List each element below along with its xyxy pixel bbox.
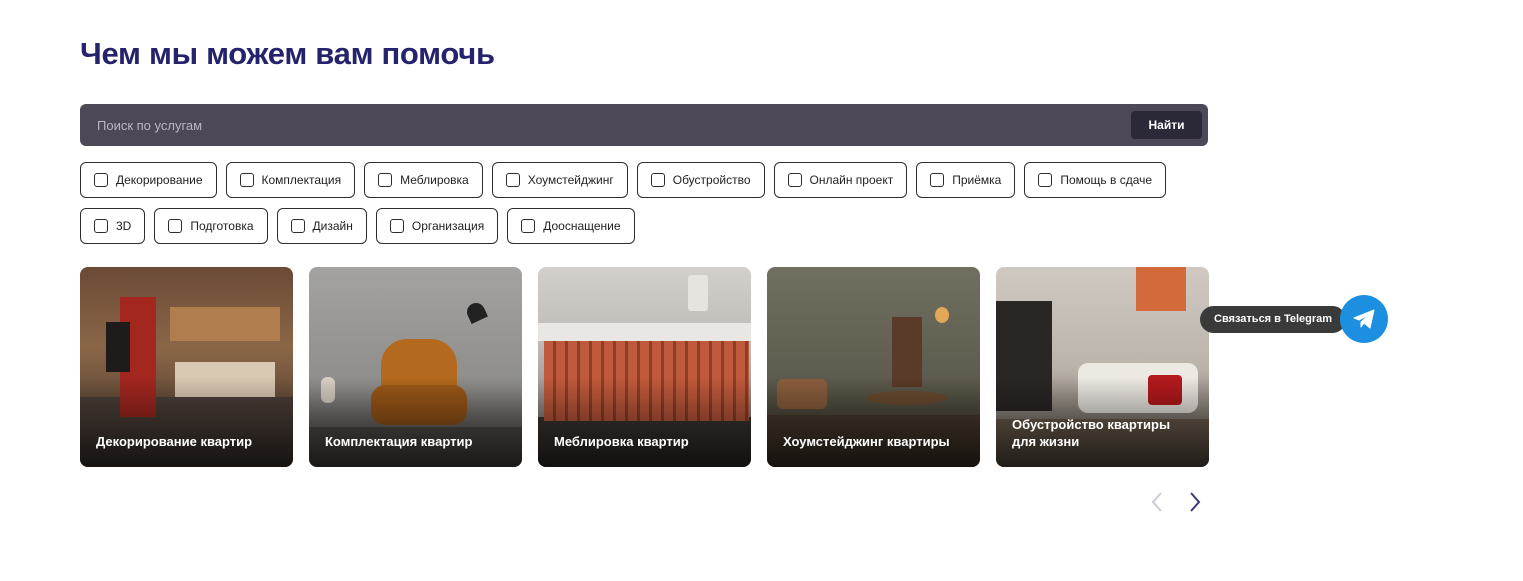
filter-tag-design[interactable]: Дизайн <box>276 208 367 244</box>
chevron-left-icon <box>1151 492 1162 512</box>
search-bar: Найти <box>80 104 1208 146</box>
filter-label: Хоумстейджинг <box>527 173 614 187</box>
filter-label: Обустройство <box>672 173 751 187</box>
filter-tag-online-project[interactable]: Онлайн проект <box>773 162 908 198</box>
filter-tag-3d[interactable]: 3D <box>80 208 146 244</box>
filter-label: Декорирование <box>116 173 203 187</box>
checkbox-icon[interactable] <box>378 173 393 187</box>
search-button[interactable]: Найти <box>1131 111 1202 139</box>
checkbox-icon[interactable] <box>505 173 520 187</box>
service-card-decor[interactable]: Декорирование квартир <box>80 267 293 467</box>
card-title: Декорирование квартир <box>96 434 253 449</box>
filter-tag-komplektaciya[interactable]: Комплектация <box>225 162 356 198</box>
service-card-meblirovka[interactable]: Меблировка квартир <box>538 267 751 467</box>
telegram-button[interactable] <box>1340 295 1389 343</box>
card-title: Комплектация квартир <box>325 434 473 449</box>
filter-tag-homestaging[interactable]: Хоумстейджинг <box>491 162 628 198</box>
card-shade <box>80 377 293 467</box>
filter-label: 3D <box>116 219 132 233</box>
filter-tags: Декорирование Комплектация Меблировка Хо… <box>80 162 1210 254</box>
checkbox-icon[interactable] <box>930 173 945 187</box>
telegram-widget: Связаться в Telegram <box>1200 295 1389 343</box>
card-image-glass <box>688 275 708 311</box>
filter-label: Приёмка <box>952 173 1002 187</box>
filter-label: Дизайн <box>312 219 353 233</box>
card-title: Хоумстейджинг квартиры <box>783 434 950 449</box>
filter-tag-rent-help[interactable]: Помощь в сдаче <box>1024 162 1167 198</box>
card-image-artwork <box>1136 267 1186 311</box>
carousel-pager <box>1146 490 1206 514</box>
service-card-homestaging[interactable]: Хоумстейджинг квартиры <box>767 267 980 467</box>
filter-label: Организация <box>411 219 485 233</box>
checkbox-icon[interactable] <box>650 173 665 187</box>
search-input[interactable] <box>97 117 997 133</box>
filter-label: Подготовка <box>190 219 254 233</box>
filter-row-1: Декорирование Комплектация Меблировка Хо… <box>80 162 1210 198</box>
filter-tag-meblirovka[interactable]: Меблировка <box>364 162 483 198</box>
filter-label: Онлайн проект <box>809 173 894 187</box>
card-image-countertop <box>538 323 751 341</box>
filter-label: Комплектация <box>261 173 342 187</box>
carousel-prev-button[interactable] <box>1146 490 1168 514</box>
filter-tag-decor[interactable]: Декорирование <box>80 162 217 198</box>
checkbox-icon[interactable] <box>521 219 536 233</box>
card-title: Обустройство квартиры для жизни <box>1012 417 1171 449</box>
filter-label: Дооснащение <box>543 219 621 233</box>
checkbox-icon[interactable] <box>168 219 183 233</box>
filter-tag-obustroystvo[interactable]: Обустройство <box>636 162 765 198</box>
checkbox-icon[interactable] <box>787 173 802 187</box>
service-card-obustroystvo[interactable]: Обустройство квартиры для жизни <box>996 267 1209 467</box>
telegram-label[interactable]: Связаться в Telegram <box>1200 305 1347 333</box>
filter-label: Помощь в сдаче <box>1060 173 1153 187</box>
card-shade <box>309 377 522 467</box>
filter-tag-doosnashenie[interactable]: Дооснащение <box>507 208 635 244</box>
card-title: Меблировка квартир <box>554 434 689 449</box>
chevron-right-icon <box>1190 492 1201 512</box>
checkbox-icon[interactable] <box>1038 173 1053 187</box>
section-title: Чем мы можем вам помочь <box>80 36 495 71</box>
checkbox-icon[interactable] <box>389 219 404 233</box>
carousel-next-button[interactable] <box>1184 490 1206 514</box>
card-shade <box>538 377 751 467</box>
card-shade <box>767 377 980 467</box>
filter-row-2: 3D Подготовка Дизайн Организация Дооснащ… <box>80 208 1210 244</box>
card-image-lamp <box>464 300 488 324</box>
checkbox-icon[interactable] <box>290 219 305 233</box>
telegram-plane-icon <box>1353 309 1375 329</box>
checkbox-icon[interactable] <box>239 173 254 187</box>
filter-tag-priemka[interactable]: Приёмка <box>916 162 1016 198</box>
service-cards: Декорирование квартир Комплектация кварт… <box>80 267 1209 467</box>
filter-tag-podgotovka[interactable]: Подготовка <box>154 208 268 244</box>
card-image-tv <box>106 322 130 372</box>
service-card-komplektaciya[interactable]: Комплектация квартир <box>309 267 522 467</box>
services-section: Чем мы можем вам помочь Найти Декорирова… <box>0 0 1523 581</box>
card-image-cabinets <box>170 307 280 341</box>
card-image-pendant-lamp <box>935 307 949 323</box>
checkbox-icon[interactable] <box>94 219 108 233</box>
filter-label: Меблировка <box>400 173 469 187</box>
checkbox-icon[interactable] <box>94 173 108 187</box>
filter-tag-organizaciya[interactable]: Организация <box>375 208 499 244</box>
